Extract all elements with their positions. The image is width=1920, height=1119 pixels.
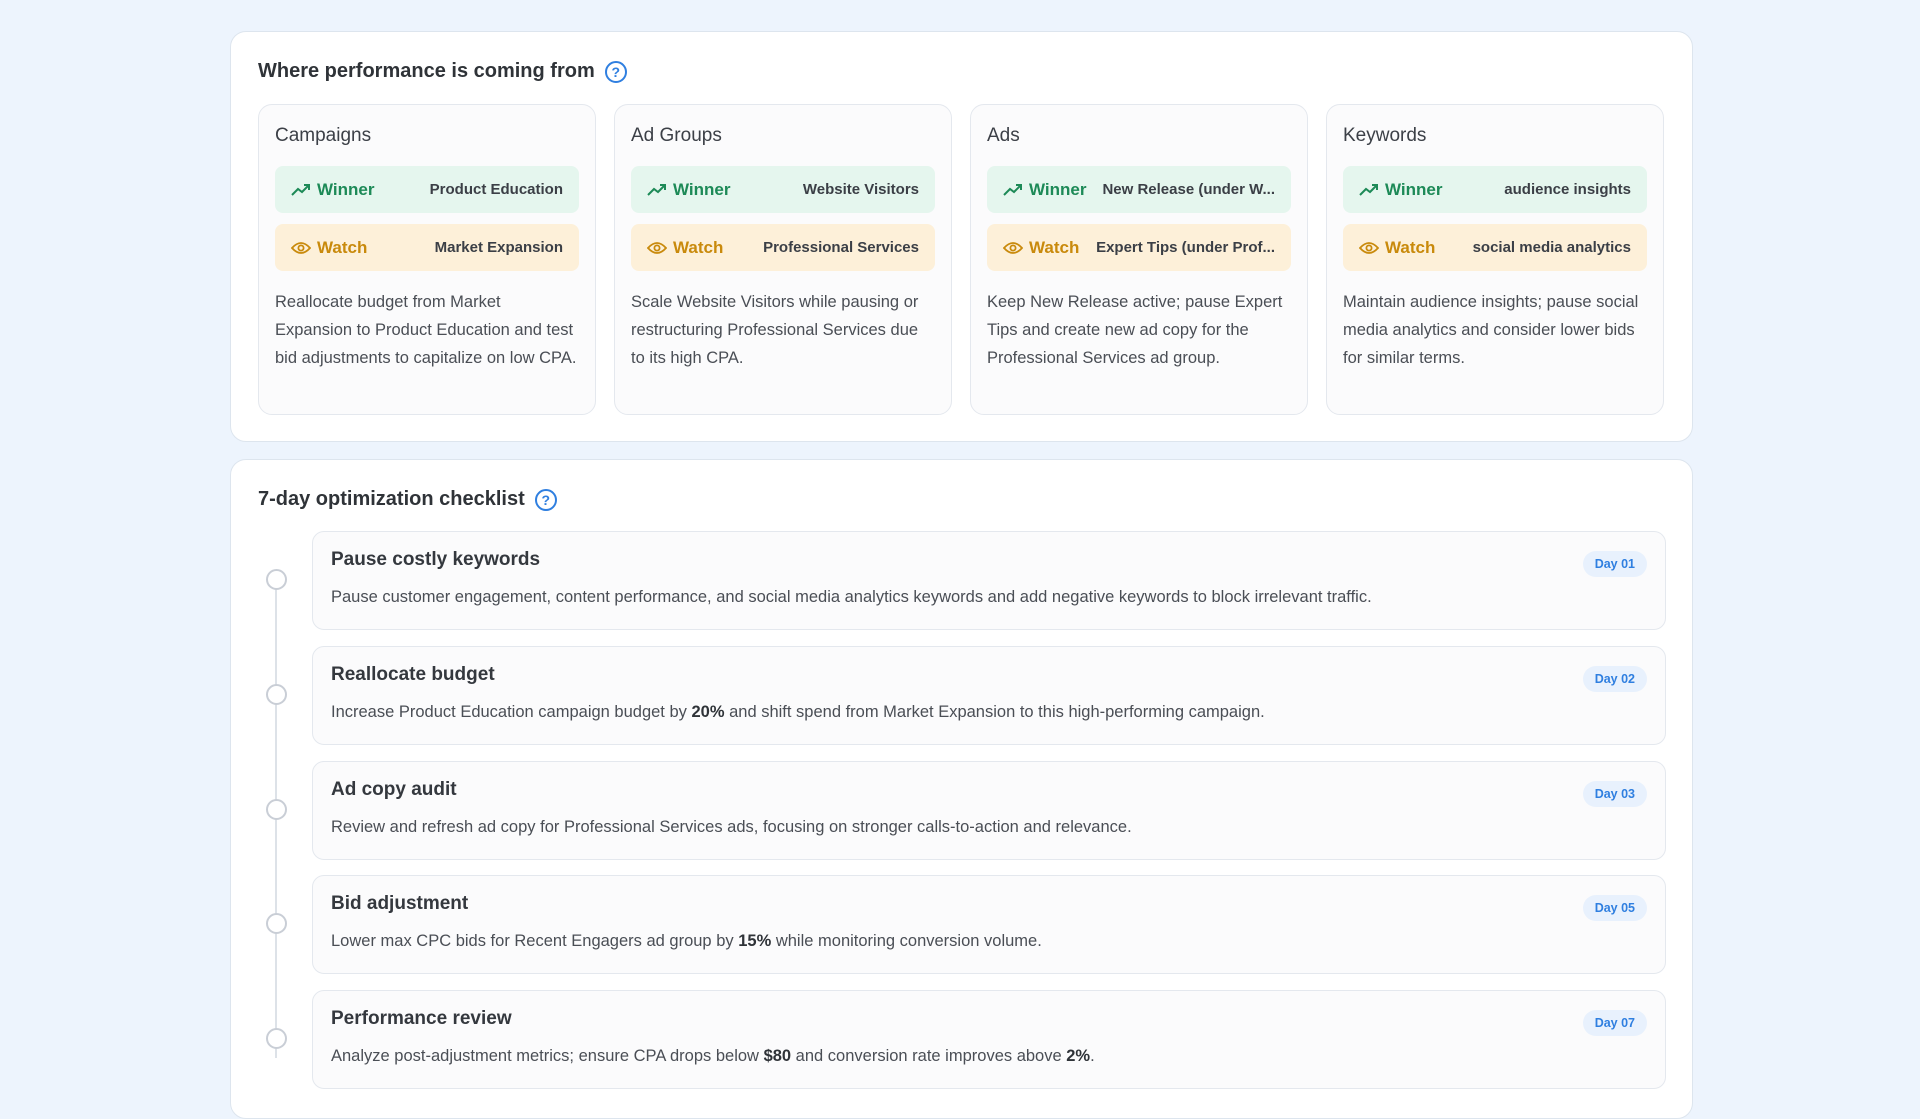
step-description: Pause customer engagement, content perfo… [331, 588, 1372, 606]
performance-title: Where performance is coming from [258, 60, 595, 82]
checklist-step[interactable]: Pause costly keywords Day 01 Pause custo… [312, 531, 1666, 630]
eye-icon [1359, 241, 1381, 255]
step-title: Ad copy audit [331, 779, 457, 800]
card-campaigns: Campaigns Winner Product Education Watch… [258, 104, 596, 415]
eye-icon [647, 241, 669, 255]
step-circle-icon[interactable] [266, 684, 287, 705]
step-description: Review and refresh ad copy for Professio… [331, 818, 1132, 836]
trending-up-icon [291, 183, 313, 197]
step-circle-icon[interactable] [266, 569, 287, 590]
watch-label: Watch [317, 237, 368, 257]
watch-value: Market Expansion [434, 239, 563, 256]
watch-pill[interactable]: Watch Professional Services [631, 224, 935, 271]
day-badge: Day 05 [1582, 895, 1647, 921]
day-badge: Day 07 [1582, 1010, 1647, 1036]
trending-up-icon [1003, 183, 1025, 197]
watch-label: Watch [1029, 237, 1080, 257]
performance-panel: Where performance is coming from ? Campa… [230, 31, 1693, 442]
checklist-step[interactable]: Performance review Day 07 Analyze post-a… [312, 990, 1666, 1089]
card-title: Campaigns [275, 125, 372, 146]
step-title: Reallocate budget [331, 664, 495, 685]
trending-up-icon [647, 183, 669, 197]
eye-icon [1003, 241, 1025, 255]
winner-label: Winner [1029, 179, 1087, 199]
winner-value: New Release (under W... [1102, 181, 1275, 198]
question-circle-icon[interactable]: ? [534, 488, 557, 511]
step-description: Analyze post-adjustment metrics; ensure … [331, 1047, 1095, 1065]
card-description: Scale Website Visitors while pausing or … [631, 293, 919, 367]
watch-pill[interactable]: Watch Expert Tips (under Prof... [987, 224, 1291, 271]
checklist-step[interactable]: Ad copy audit Day 03 Review and refresh … [312, 761, 1666, 860]
step-title: Bid adjustment [331, 893, 469, 914]
day-badge: Day 01 [1582, 551, 1647, 577]
step-circle-icon[interactable] [266, 913, 287, 934]
checklist-panel: 7-day optimization checklist ? Pause cos… [230, 459, 1693, 1119]
card-description: Reallocate budget from Market Expansion … [275, 293, 577, 367]
checklist-step[interactable]: Reallocate budget Day 02 Increase Produc… [312, 646, 1666, 745]
eye-icon [291, 241, 313, 255]
winner-pill[interactable]: Winner New Release (under W... [987, 166, 1291, 213]
watch-label: Watch [1385, 237, 1436, 257]
step-circle-icon[interactable] [266, 1028, 287, 1049]
watch-pill[interactable]: Watch Market Expansion [275, 224, 579, 271]
checklist-title: 7-day optimization checklist [258, 488, 525, 510]
card-title: Ad Groups [631, 125, 722, 146]
winner-label: Winner [317, 179, 375, 199]
step-title: Pause costly keywords [331, 549, 541, 570]
step-title: Performance review [331, 1008, 512, 1029]
step-description: Increase Product Education campaign budg… [331, 703, 1265, 721]
performance-header: Where performance is coming from ? [258, 60, 627, 83]
checklist-step[interactable]: Bid adjustment Day 05 Lower max CPC bids… [312, 875, 1666, 974]
watch-label: Watch [673, 237, 724, 257]
winner-label: Winner [1385, 179, 1443, 199]
step-description: Lower max CPC bids for Recent Engagers a… [331, 932, 1042, 950]
winner-label: Winner [673, 179, 731, 199]
card-title: Keywords [1343, 125, 1427, 146]
winner-pill[interactable]: Winner audience insights [1343, 166, 1647, 213]
day-badge: Day 03 [1582, 781, 1647, 807]
winner-value: Website Visitors [802, 181, 919, 198]
step-circle-icon[interactable] [266, 799, 287, 820]
card-description: Keep New Release active; pause Expert Ti… [987, 293, 1283, 367]
winner-value: audience insights [1504, 181, 1631, 198]
card-title: Ads [987, 125, 1020, 146]
question-circle-icon[interactable]: ? [604, 60, 627, 83]
card-description: Maintain audience insights; pause social… [1343, 293, 1639, 367]
watch-value: Professional Services [763, 239, 919, 256]
watch-pill[interactable]: Watch social media analytics [1343, 224, 1647, 271]
performance-cards: Campaigns Winner Product Education Watch… [258, 104, 1664, 415]
watch-value: Expert Tips (under Prof... [1096, 239, 1275, 256]
trending-up-icon [1359, 183, 1381, 197]
card-keywords: Keywords Winner audience insights Watch … [1326, 104, 1664, 415]
checklist-header: 7-day optimization checklist ? [258, 488, 557, 511]
card-ads: Ads Winner New Release (under W... Watch… [970, 104, 1308, 415]
winner-value: Product Education [429, 181, 563, 198]
watch-value: social media analytics [1472, 239, 1631, 256]
day-badge: Day 02 [1582, 666, 1647, 692]
winner-pill[interactable]: Winner Website Visitors [631, 166, 935, 213]
card-ad-groups: Ad Groups Winner Website Visitors Watch … [614, 104, 952, 415]
winner-pill[interactable]: Winner Product Education [275, 166, 579, 213]
